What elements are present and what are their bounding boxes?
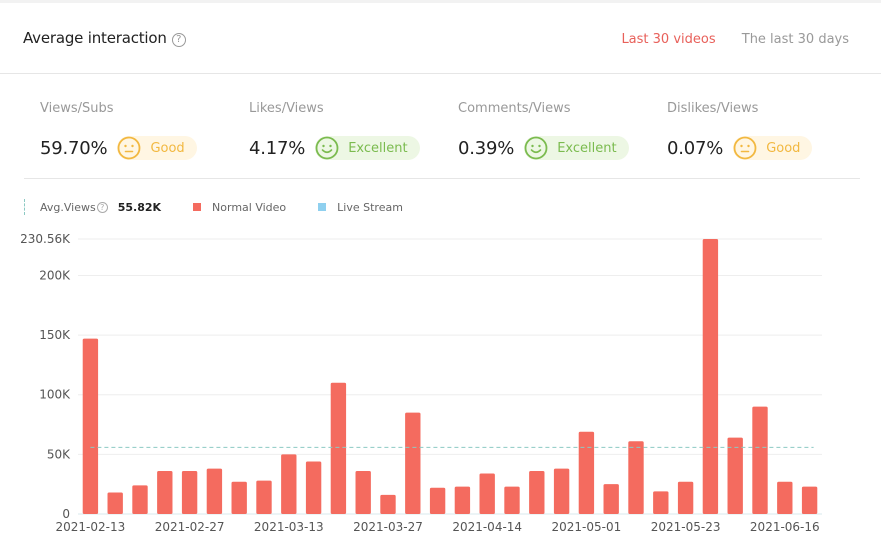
- legend-swatch: [318, 203, 327, 211]
- neutral-face-icon: [118, 136, 141, 160]
- bar[interactable]: [752, 406, 768, 514]
- rating-badge: Excellent: [315, 136, 420, 160]
- question-circle-icon[interactable]: ?: [171, 33, 186, 47]
- metric-label: Comments/Views: [458, 101, 571, 116]
- question-circle-icon[interactable]: ?: [96, 201, 108, 213]
- avg-views-value: 55.82K: [117, 200, 162, 214]
- card-title: Average interaction?: [23, 29, 186, 47]
- range-tabs: Last 30 videos The last 30 days: [599, 32, 849, 47]
- tab-last-30-days[interactable]: The last 30 days: [742, 32, 849, 47]
- y-tick-label: 150K: [39, 328, 71, 342]
- avg-line-marker: [24, 199, 25, 215]
- bar[interactable]: [479, 473, 495, 514]
- bar[interactable]: [355, 471, 371, 514]
- bar[interactable]: [429, 487, 446, 514]
- legend-label: Normal Video: [212, 200, 287, 214]
- bar[interactable]: [677, 481, 694, 514]
- y-tick-label: 100K: [39, 388, 71, 402]
- smile-face-icon: [315, 136, 339, 160]
- metric-value: 0.07%: [667, 137, 724, 159]
- bar[interactable]: [305, 461, 322, 514]
- y-tick-label: 200K: [39, 268, 71, 282]
- bar[interactable]: [603, 484, 619, 514]
- x-tick-label: 2021-03-13: [254, 520, 324, 534]
- bar[interactable]: [231, 481, 247, 514]
- bar[interactable]: [132, 485, 148, 514]
- title-text: Average interaction: [23, 29, 167, 47]
- bar[interactable]: [281, 454, 297, 514]
- bar[interactable]: [454, 486, 471, 514]
- x-tick-label: 2021-02-13: [56, 520, 126, 534]
- rating-text: Excellent: [557, 140, 617, 156]
- legend-item-normal-video[interactable]: Normal Video: [193, 201, 286, 214]
- rating-badge: Excellent: [524, 136, 629, 160]
- metrics-row: Views/Subs 59.70% Good Likes/Views 4.17%…: [24, 74, 860, 179]
- x-tick-label: 2021-05-01: [552, 520, 622, 534]
- rating-text: Excellent: [348, 140, 408, 156]
- bar[interactable]: [380, 494, 396, 514]
- avg-views-label: Avg.Views: [40, 200, 96, 214]
- y-tick-label: 230.56K: [20, 232, 71, 246]
- bar[interactable]: [727, 437, 743, 514]
- bar[interactable]: [504, 486, 520, 514]
- bar[interactable]: [777, 481, 793, 514]
- bar[interactable]: [702, 239, 719, 514]
- metric-label: Likes/Views: [249, 101, 324, 116]
- x-tick-label: 2021-02-27: [155, 520, 225, 534]
- x-tick-label: 2021-06-16: [750, 520, 820, 534]
- bar[interactable]: [256, 480, 272, 514]
- tab-last-30-videos[interactable]: Last 30 videos: [621, 32, 715, 47]
- rating-text: Good: [766, 140, 801, 156]
- bar[interactable]: [82, 338, 99, 514]
- metric-value: 59.70%: [40, 137, 108, 159]
- rating-badge: Good: [733, 136, 813, 160]
- card-header: Average interaction? Last 30 videos The …: [0, 3, 881, 74]
- bar[interactable]: [181, 471, 198, 514]
- x-tick-label: 2021-03-27: [353, 520, 423, 534]
- bar[interactable]: [330, 382, 347, 514]
- bar[interactable]: [578, 431, 595, 514]
- metric-label: Views/Subs: [40, 101, 114, 116]
- rating-badge: Good: [117, 136, 197, 160]
- legend-label: Live Stream: [337, 200, 403, 214]
- metric-label: Dislikes/Views: [667, 101, 759, 116]
- y-tick-label: 50K: [47, 447, 71, 461]
- bar[interactable]: [206, 468, 223, 514]
- y-tick-label: 0: [62, 507, 70, 521]
- bar[interactable]: [107, 492, 123, 514]
- bar[interactable]: [653, 491, 669, 514]
- metric-value: 4.17%: [249, 137, 306, 159]
- bar[interactable]: [405, 412, 421, 514]
- smile-face-icon: [524, 136, 548, 160]
- legend-item-live-stream[interactable]: Live Stream: [318, 201, 403, 214]
- bar[interactable]: [553, 468, 570, 514]
- rating-text: Good: [150, 140, 185, 156]
- bar[interactable]: [157, 471, 173, 514]
- bar[interactable]: [529, 471, 545, 514]
- chart-legend: Avg.Views? 55.82K Normal Video Live Stre…: [24, 199, 435, 215]
- legend-swatch: [193, 203, 202, 211]
- x-tick-label: 2021-04-14: [452, 520, 522, 534]
- metric-value: 0.39%: [458, 137, 515, 159]
- bar[interactable]: [628, 441, 644, 514]
- bar[interactable]: [801, 486, 818, 514]
- neutral-face-icon: [733, 136, 757, 160]
- x-tick-label: 2021-05-23: [651, 520, 721, 534]
